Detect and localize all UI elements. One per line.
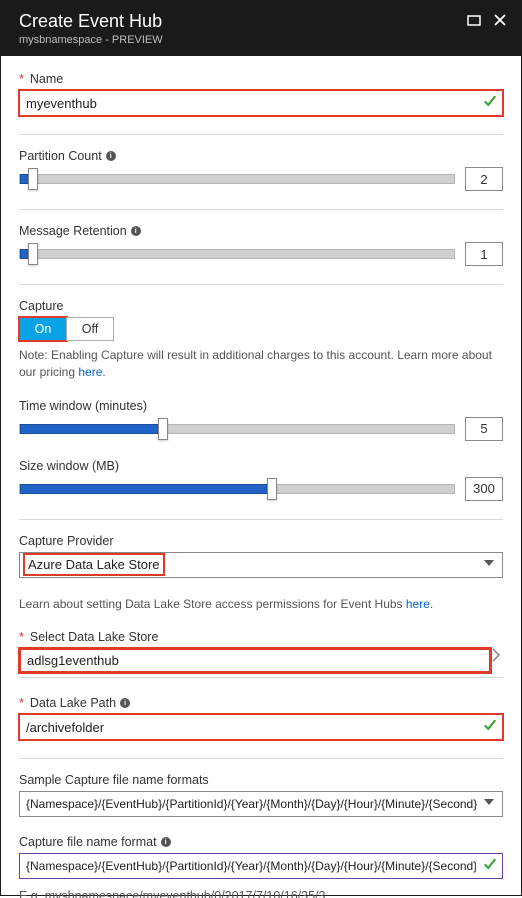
provider-label: Capture Provider: [19, 534, 503, 548]
timewindow-label: Time window (minutes): [19, 399, 503, 413]
blade-header: Create Event Hub mysbnamespace - PREVIEW: [1, 1, 521, 56]
format-label: Capture file name formati: [19, 835, 503, 849]
divider: [19, 284, 503, 285]
info-icon: i: [106, 151, 116, 161]
sizewindow-label: Size window (MB): [19, 459, 503, 473]
sampleformat-label: Sample Capture file name formats: [19, 773, 503, 787]
permissions-note: Learn about setting Data Lake Store acce…: [19, 596, 503, 613]
capture-label: Capture: [19, 299, 503, 313]
name-label: *Name: [19, 72, 503, 86]
check-icon: [483, 94, 497, 113]
check-icon: [483, 718, 497, 737]
divider: [19, 209, 503, 210]
sizewindow-value: 300: [465, 477, 503, 501]
path-label: *Data Lake Pathi: [19, 696, 503, 710]
divider: [19, 134, 503, 135]
blade-title: Create Event Hub: [19, 11, 163, 32]
store-picker[interactable]: adlsg1eventhub: [19, 648, 491, 673]
permissions-link[interactable]: here: [406, 597, 430, 611]
retention-slider[interactable]: [19, 249, 455, 259]
blade-subtitle: mysbnamespace - PREVIEW: [19, 34, 163, 46]
info-icon: i: [120, 698, 130, 708]
form-body: *Name Partition Counti 2 Message Retenti…: [1, 56, 521, 898]
sampleformat-select[interactable]: {Namespace}/{EventHub}/{PartitionId}/{Ye…: [19, 791, 503, 817]
timewindow-slider[interactable]: [19, 424, 455, 434]
capture-off-toggle[interactable]: Off: [66, 317, 114, 341]
maximize-icon[interactable]: [467, 13, 481, 32]
name-input[interactable]: [19, 90, 503, 116]
provider-select[interactable]: Azure Data Lake Store: [19, 552, 503, 578]
info-icon: i: [161, 837, 171, 847]
capture-on-toggle[interactable]: On: [19, 317, 67, 341]
close-icon[interactable]: [493, 13, 507, 32]
divider: [19, 758, 503, 759]
path-input[interactable]: [19, 714, 503, 740]
format-example: E.g. mysbnamespace/myeventhub/0/2017/7/1…: [19, 889, 503, 898]
store-label: *Select Data Lake Store: [19, 630, 503, 644]
partition-label: Partition Counti: [19, 149, 503, 163]
check-icon: [483, 857, 497, 876]
timewindow-value: 5: [465, 417, 503, 441]
partition-value: 2: [465, 167, 503, 191]
divider: [19, 519, 503, 520]
chevron-right-icon: [491, 648, 503, 673]
sizewindow-slider[interactable]: [19, 484, 455, 494]
retention-label: Message Retentioni: [19, 224, 503, 238]
pricing-link[interactable]: here: [78, 365, 102, 379]
capture-note: Note: Enabling Capture will result in ad…: [19, 347, 503, 381]
retention-value: 1: [465, 242, 503, 266]
info-icon: i: [131, 226, 141, 236]
partition-slider[interactable]: [19, 174, 455, 184]
format-input[interactable]: [19, 853, 503, 879]
